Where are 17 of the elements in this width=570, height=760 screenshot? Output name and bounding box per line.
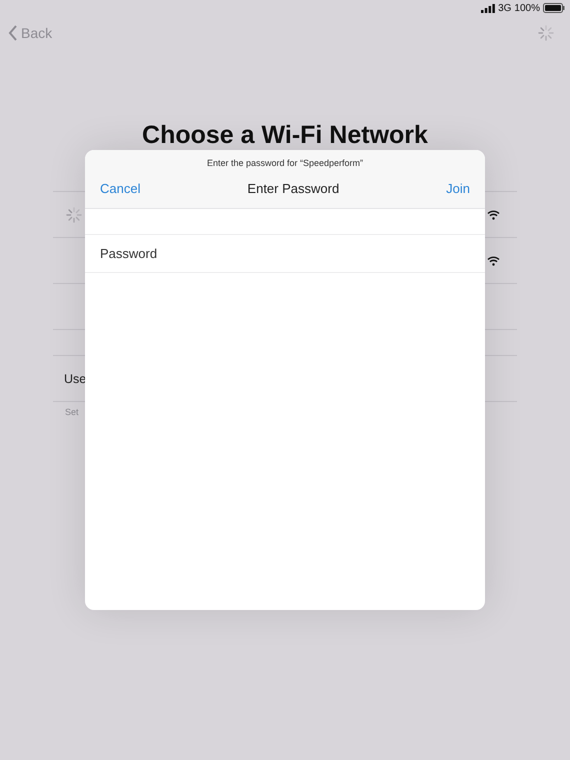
spinner-icon [538, 25, 554, 41]
spinner-icon [66, 206, 82, 222]
back-button[interactable]: Back [8, 25, 52, 41]
cancel-button[interactable]: Cancel [100, 180, 140, 196]
password-field[interactable]: Password [85, 235, 485, 273]
dialog-title: Enter Password [247, 180, 340, 196]
page-title: Choose a Wi-Fi Network [141, 120, 429, 150]
battery-level: 100% [514, 2, 540, 14]
signal-icon [481, 4, 496, 12]
network-type: 3G [498, 2, 512, 14]
wifi-icon [487, 256, 500, 266]
wifi-icon [487, 210, 500, 220]
chevron-left-icon [8, 25, 18, 41]
battery-icon [543, 3, 565, 13]
join-button[interactable]: Join [446, 180, 470, 196]
footnote: Set [64, 406, 80, 419]
other-network-label: Use [64, 372, 86, 386]
